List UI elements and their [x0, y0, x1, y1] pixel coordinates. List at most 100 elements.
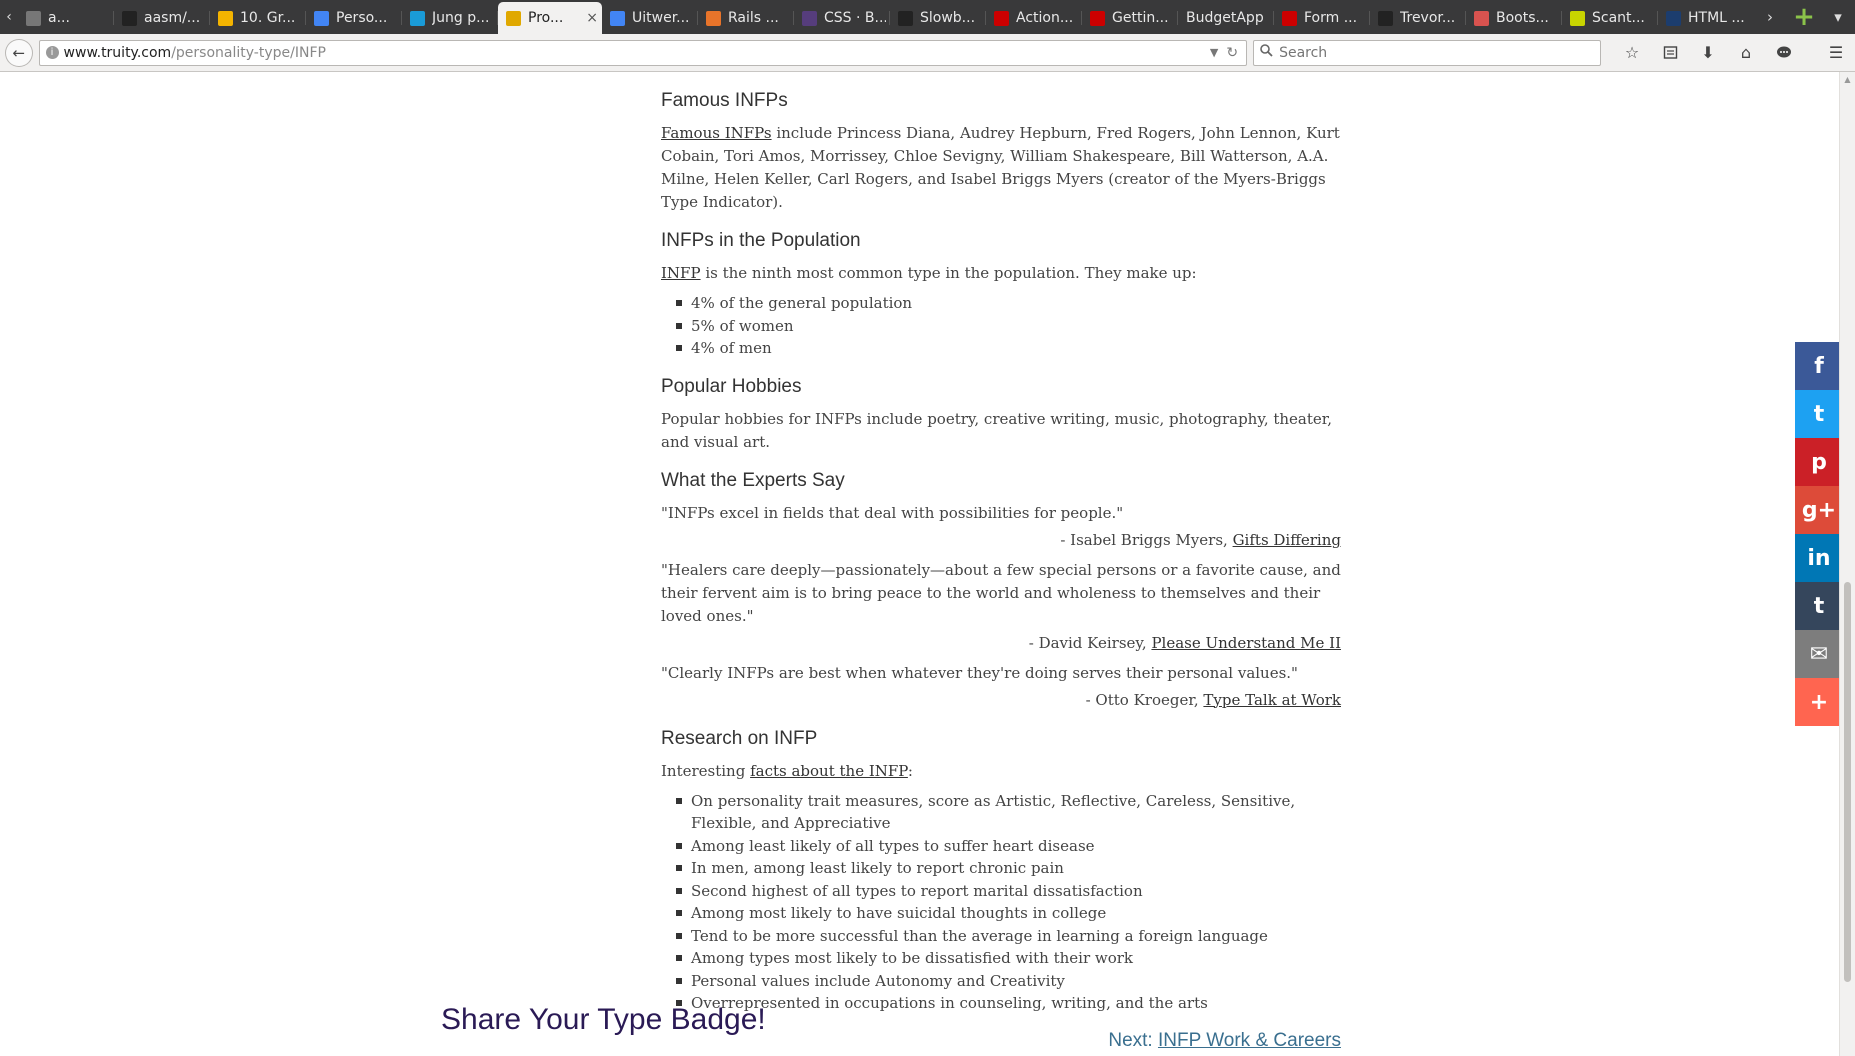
downloads-icon[interactable]: ⬇	[1689, 38, 1727, 68]
rails-icon	[994, 10, 1009, 26]
browser-tab[interactable]: Boots...	[1466, 2, 1562, 34]
expert-quote: "Clearly INFPs are best when whatever th…	[661, 663, 1298, 682]
facebook-icon[interactable]: f	[1795, 342, 1839, 390]
quote-attribution: - Isabel Briggs Myers, Gifts Differing	[1060, 530, 1341, 549]
tab-bar: ‹ a... aasm/... 10. Gr... Perso... Jung p...…	[0, 0, 1855, 34]
url-path: /personality-type/INFP	[171, 44, 326, 61]
rails-icon	[1090, 10, 1105, 26]
url-bar[interactable]: i www.truity.com/personality-type/INFP ▼…	[38, 39, 1248, 66]
expert-quote: "INFPs excel in fields that deal with po…	[661, 503, 1124, 522]
browser-tab[interactable]: a...	[18, 2, 114, 34]
navigation-toolbar: ← i www.truity.com/personality-type/INFP…	[0, 34, 1855, 72]
list-item: In men, among least likely to report chr…	[675, 857, 1341, 880]
linkedin-icon[interactable]: in	[1795, 534, 1839, 582]
generic-icon	[26, 10, 41, 26]
population-heading: INFPs in the Population	[661, 230, 861, 251]
lightbulb-icon	[506, 10, 521, 26]
browser-tab[interactable]: Gettin...	[1082, 2, 1178, 34]
list-item: Overrepresented in occupations in counse…	[675, 992, 1341, 1015]
email-icon[interactable]: ✉	[1795, 630, 1839, 678]
browser-tab[interactable]: Uitwer...	[602, 2, 698, 34]
tab-label: Uitwer...	[632, 10, 690, 26]
browser-tab[interactable]: Jung p...	[402, 2, 498, 34]
tab-bar-controls: › + ▾	[1753, 0, 1855, 34]
tab-label: Gettin...	[1112, 10, 1169, 26]
scrollbar-thumb[interactable]	[1844, 582, 1851, 982]
tab-list-dropdown-icon[interactable]: ▾	[1821, 0, 1855, 34]
famous-heading: Famous INFPs	[661, 90, 788, 111]
reload-icon[interactable]: ↻	[1226, 45, 1238, 61]
google-docs-icon	[610, 10, 625, 26]
tumblr-icon[interactable]: t	[1795, 582, 1839, 630]
rails-icon	[1282, 10, 1297, 26]
tab-scroll-right-icon[interactable]: ›	[1753, 0, 1787, 34]
browser-tab[interactable]: HTML ...	[1658, 2, 1753, 34]
browser-tab[interactable]: Action...	[986, 2, 1082, 34]
facts-about-infp-link[interactable]: facts about the INFP	[750, 762, 908, 780]
browser-tab[interactable]: CSS · B...	[794, 2, 890, 34]
close-tab-icon[interactable]: ×	[586, 10, 598, 26]
chat-icon[interactable]	[1765, 38, 1803, 68]
more-icon[interactable]: +	[1795, 678, 1839, 726]
new-tab-icon[interactable]: +	[1787, 0, 1821, 34]
list-item: 4% of the general population	[675, 292, 1341, 315]
next-page-link[interactable]: INFP Work & Careers	[1158, 1030, 1341, 1051]
infp-link[interactable]: INFP	[661, 264, 701, 282]
browser-tab[interactable]: Form ...	[1274, 2, 1370, 34]
tab-label: CSS · B...	[824, 10, 886, 26]
github-icon	[122, 10, 137, 26]
quote-source-link[interactable]: Type Talk at Work	[1203, 691, 1341, 709]
browser-tab[interactable]: 10. Gr...	[210, 2, 306, 34]
url-dropdown-icon[interactable]: ▼	[1210, 46, 1218, 59]
tab-label: Jung p...	[432, 10, 490, 26]
toolbar-buttons: ☆ ⬇ ⌂ ☰	[1613, 38, 1855, 68]
site-icon	[1474, 10, 1489, 26]
quote-source-link[interactable]: Gifts Differing	[1233, 531, 1341, 549]
quote-attribution: - Otto Kroeger, Type Talk at Work	[1085, 690, 1341, 709]
browser-tab[interactable]: Rails ...	[698, 2, 794, 34]
google-plus-icon[interactable]: g+	[1795, 486, 1839, 534]
site-info-icon[interactable]: i	[45, 46, 59, 59]
home-icon[interactable]: ⌂	[1727, 38, 1765, 68]
famous-infps-link[interactable]: Famous INFPs	[661, 124, 772, 142]
article-content: Famous INFPs Famous INFPs include Prince…	[661, 72, 1341, 1056]
back-button[interactable]: ←	[5, 38, 33, 67]
population-list: 4% of the general population 5% of women…	[675, 292, 1341, 360]
page-scrollbar[interactable]: ▲	[1839, 72, 1855, 1056]
github-icon	[898, 10, 913, 26]
tab-label: BudgetApp	[1186, 10, 1264, 26]
browser-tab[interactable]: BudgetApp	[1178, 2, 1274, 34]
tab-label: Perso...	[336, 10, 388, 26]
search-bar[interactable]	[1253, 39, 1601, 66]
browser-tab[interactable]: Perso...	[306, 2, 402, 34]
list-item: Tend to be more successful than the aver…	[675, 925, 1341, 948]
social-share-sidebar: f t p g+ in t ✉ +	[1795, 342, 1839, 726]
tab-label: Boots...	[1496, 10, 1549, 26]
twitter-icon[interactable]: t	[1795, 390, 1839, 438]
url-host: www.truity.com	[63, 44, 172, 61]
share-badge-title: Share Your Type Badge!	[441, 1003, 766, 1036]
google-drive-icon	[218, 10, 233, 26]
bookmarks-list-icon[interactable]	[1651, 38, 1689, 68]
smiley-icon	[1570, 10, 1585, 26]
bookmark-star-icon[interactable]: ☆	[1613, 38, 1651, 68]
browser-tab[interactable]: Pro... ×	[498, 2, 602, 34]
tab-label: Pro...	[528, 10, 564, 26]
quote-source-link[interactable]: Please Understand Me II	[1151, 634, 1341, 652]
browser-tab[interactable]: Scant...	[1562, 2, 1658, 34]
expert-quote: "Healers care deeply—passionately—about …	[661, 560, 1341, 625]
browser-tab[interactable]: aasm/...	[114, 2, 210, 34]
tab-strip: a... aasm/... 10. Gr... Perso... Jung p... Pr…	[18, 0, 1753, 34]
tab-label: a...	[48, 10, 70, 26]
browser-tab[interactable]: Slowb...	[890, 2, 986, 34]
scroll-up-icon[interactable]: ▲	[1840, 72, 1855, 86]
tab-label: Action...	[1016, 10, 1074, 26]
tab-scroll-left-icon[interactable]: ‹	[0, 0, 18, 34]
browser-tab[interactable]: Trevor...	[1370, 2, 1466, 34]
google-docs-icon	[314, 10, 329, 26]
experts-heading: What the Experts Say	[661, 469, 845, 491]
list-item: On personality trait measures, score as …	[675, 790, 1341, 835]
menu-hamburger-icon[interactable]: ☰	[1817, 38, 1855, 68]
pinterest-icon[interactable]: p	[1795, 438, 1839, 486]
search-input[interactable]	[1279, 44, 1580, 61]
